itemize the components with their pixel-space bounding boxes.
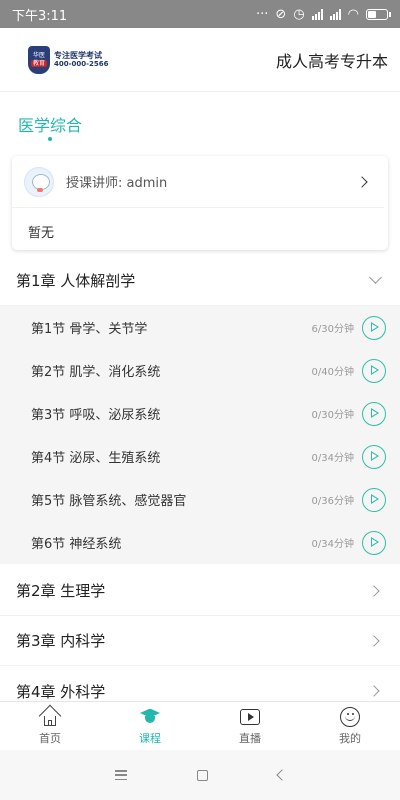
nav-live[interactable]: 直播 <box>200 702 300 750</box>
graduation-cap-icon <box>139 707 161 727</box>
chapter-3[interactable]: 第3章 内科学 <box>0 616 400 666</box>
logo-badge-line1: 华医 <box>32 52 45 60</box>
teacher-card: 授课讲师: admin 暂无 <box>12 156 388 250</box>
section-title: 第5节 脉管系统、感觉器官 <box>31 494 187 509</box>
section-title: 第3节 呼吸、泌尿系统 <box>31 408 161 423</box>
tab-active-indicator <box>48 137 52 141</box>
chapter-2[interactable]: 第2章 生理学 <box>0 566 400 616</box>
home-icon <box>38 704 62 727</box>
logo-badge-line2: 教育 <box>30 59 47 67</box>
play-icon[interactable] <box>362 401 386 426</box>
section-row[interactable]: 第5节 脉管系统、感觉器官 0/36分钟 <box>0 478 400 521</box>
section-row[interactable]: 第1节 骨学、关节学 6/30分钟 <box>0 306 400 349</box>
play-icon[interactable] <box>362 358 386 383</box>
nav-mine[interactable]: 我的 <box>300 702 400 750</box>
logo-badge: 华医 教育 <box>28 45 50 74</box>
battery-icon <box>366 8 391 20</box>
section-duration: 6/30分钟 <box>311 324 354 335</box>
system-nav-bar <box>0 750 400 800</box>
back-icon[interactable] <box>275 769 288 781</box>
section-row[interactable]: 第2节 肌学、消化系统 0/40分钟 <box>0 349 400 392</box>
section-duration: 0/34分钟 <box>311 453 354 464</box>
section-title: 第2节 肌学、消化系统 <box>31 365 161 380</box>
mute-icon: ⊘ <box>275 6 287 22</box>
nav-home[interactable]: 首页 <box>0 702 100 750</box>
section-duration: 0/36分钟 <box>311 496 354 507</box>
logo-slogan: 专注医学考试 <box>54 50 102 60</box>
tab-medical-comprehensive[interactable]: 医学综合 <box>18 112 82 136</box>
teacher-description: 暂无 <box>28 226 55 241</box>
play-icon[interactable] <box>362 487 386 512</box>
section-title: 第4节 泌尿、生殖系统 <box>31 451 161 466</box>
avatar <box>24 166 54 197</box>
logo-phone: 400-000-2566 <box>54 60 109 69</box>
app-header: 华医 教育 专注医学考试 400-000-2566 成人高考专升本 <box>0 28 400 92</box>
menu-icon[interactable] <box>114 770 127 780</box>
chapter-title: 第4章 外科学 <box>16 682 106 701</box>
signal-hd-icon <box>311 8 323 20</box>
logo-text: 专注医学考试 400-000-2566 <box>54 51 109 69</box>
section-row[interactable]: 第4节 泌尿、生殖系统 0/34分钟 <box>0 435 400 478</box>
section-title: 第6节 神经系统 <box>31 537 122 552</box>
more-dots-icon: ··· <box>256 6 269 22</box>
chevron-right-icon[interactable] <box>356 175 368 188</box>
play-icon[interactable] <box>362 315 386 340</box>
home-square-icon[interactable] <box>196 769 208 781</box>
teacher-row[interactable]: 授课讲师: admin <box>12 156 384 208</box>
chapter-title: 第2章 生理学 <box>16 582 106 600</box>
chapter-title: 第3章 内科学 <box>16 632 106 650</box>
play-icon[interactable] <box>362 444 386 469</box>
bottom-nav: 首页 课程 直播 我的 <box>0 701 400 750</box>
nav-courses[interactable]: 课程 <box>100 702 200 750</box>
live-play-icon <box>239 707 261 727</box>
status-time: 下午3:11 <box>12 8 68 24</box>
section-duration: 0/40分钟 <box>311 367 354 378</box>
alarm-icon: ◷ <box>293 6 305 22</box>
section-row[interactable]: 第3节 呼吸、泌尿系统 0/30分钟 <box>0 392 400 435</box>
status-icons: ··· ⊘ ◷ ◠ <box>256 6 391 22</box>
nav-label: 课程 <box>139 731 161 745</box>
page-title: 成人高考专升本 <box>275 51 388 71</box>
wifi-icon: ◠ <box>347 6 359 22</box>
chevron-right-icon <box>368 634 380 647</box>
chevron-right-icon <box>368 584 380 597</box>
chevron-right-icon <box>368 685 380 697</box>
chapter-title: 第1章 人体解剖学 <box>16 272 136 290</box>
section-title: 第1节 骨学、关节学 <box>31 322 148 337</box>
section-duration: 0/30分钟 <box>311 410 354 421</box>
signal-icon <box>329 8 341 20</box>
nav-label: 我的 <box>339 731 361 745</box>
chevron-down-icon <box>369 271 382 284</box>
nav-label: 直播 <box>239 731 261 745</box>
chapter-1[interactable]: 第1章 人体解剖学 <box>0 256 400 306</box>
section-row[interactable]: 第6节 神经系统 0/34分钟 <box>0 521 400 564</box>
status-bar: 下午3:11 ··· ⊘ ◷ ◠ <box>0 0 400 28</box>
smiley-icon <box>339 706 361 727</box>
logo: 华医 教育 专注医学考试 400-000-2566 <box>28 45 109 74</box>
teacher-name: 授课讲师: admin <box>66 176 168 191</box>
chapter-1-sections: 第1节 骨学、关节学 6/30分钟 第2节 肌学、消化系统 0/40分钟 第3节… <box>0 306 400 564</box>
nav-label: 首页 <box>39 731 61 745</box>
section-duration: 0/34分钟 <box>311 539 354 550</box>
play-icon[interactable] <box>362 530 386 555</box>
